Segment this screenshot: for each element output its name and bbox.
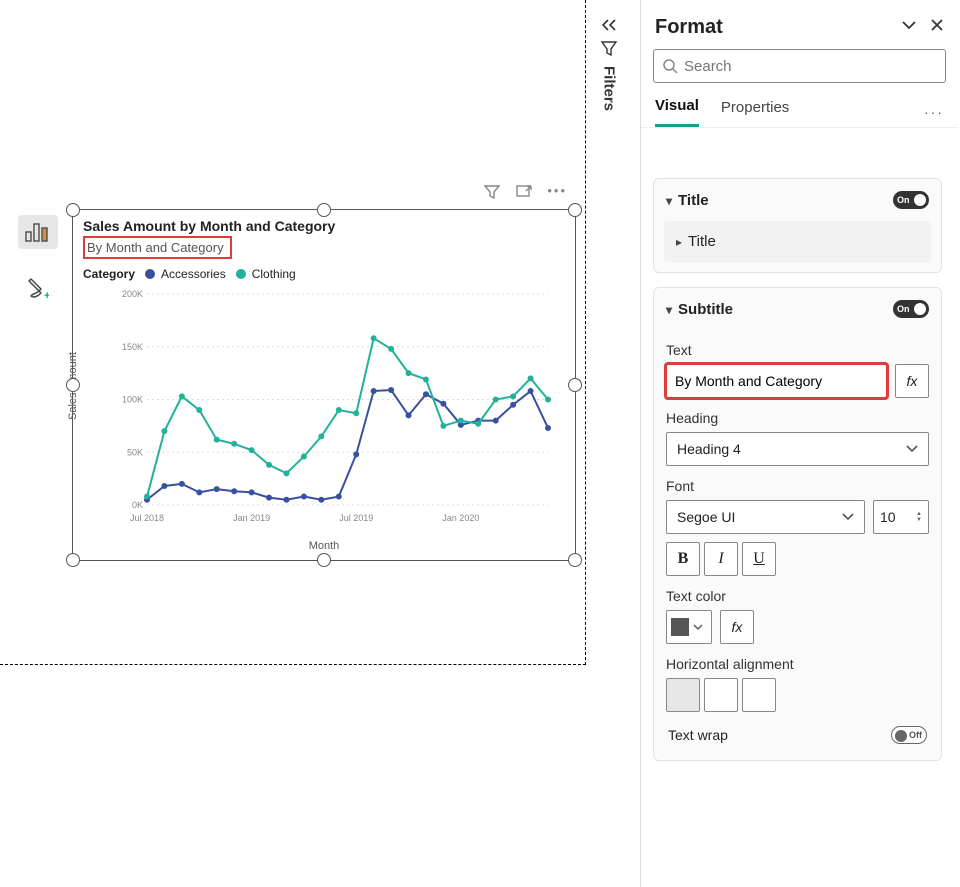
chevron-left-double-icon [600, 18, 618, 32]
expand-pane-icon[interactable] [900, 18, 918, 37]
font-size-value: 10 [880, 509, 896, 525]
chart-legend: Category Accessories Clothing [73, 259, 575, 281]
bold-button[interactable]: B [666, 542, 700, 576]
title-toggle[interactable]: On [893, 191, 929, 209]
chart-plot-area: Sales Amount 0K50K100K150K200KJul 2018Ja… [83, 290, 565, 550]
svg-text:Jul 2019: Jul 2019 [339, 513, 373, 523]
format-visual-tab[interactable]: + [18, 271, 58, 305]
subtitle-text-input[interactable] [666, 364, 887, 398]
section-title-header[interactable]: ▾Title On [654, 179, 941, 221]
resize-handle-l[interactable] [66, 378, 80, 392]
resize-handle-r[interactable] [568, 378, 582, 392]
filters-pane-collapsed[interactable]: Filters [600, 18, 618, 111]
paintbrush-icon: + [27, 276, 49, 300]
search-icon [662, 58, 678, 74]
text-wrap-label: Text wrap [668, 727, 728, 743]
heading-select-value: Heading 4 [677, 441, 741, 457]
tabs-more-icon[interactable]: ··· [924, 104, 944, 120]
italic-button[interactable]: I [704, 542, 738, 576]
align-right-button[interactable] [742, 678, 776, 712]
svg-text:200K: 200K [122, 290, 143, 299]
heading-label: Heading [666, 410, 929, 426]
resize-handle-t[interactable] [317, 203, 331, 217]
subsection-title-header[interactable]: ▸Title [664, 221, 931, 262]
svg-text:Jan 2020: Jan 2020 [442, 513, 479, 523]
tab-properties[interactable]: Properties [721, 99, 789, 126]
section-subtitle-header[interactable]: ▾Subtitle On [654, 288, 941, 330]
subsection-title-label: Title [688, 233, 716, 250]
svg-text:150K: 150K [122, 342, 143, 352]
resize-handle-b[interactable] [317, 553, 331, 567]
align-center-button[interactable] [704, 678, 738, 712]
resize-handle-tl[interactable] [66, 203, 80, 217]
subtitle-toggle[interactable]: On [893, 300, 929, 318]
section-title-label: Title [678, 192, 709, 209]
close-pane-icon[interactable] [930, 18, 944, 37]
svg-text:Jan 2019: Jan 2019 [233, 513, 270, 523]
tab-visual[interactable]: Visual [655, 97, 699, 127]
text-color-fx-button[interactable]: fx [720, 610, 754, 644]
chart-subtitle: By Month and Category [83, 236, 232, 259]
subtitle-text-label: Text [666, 342, 929, 358]
visual-side-tabs: + [18, 215, 58, 305]
text-color-picker[interactable] [666, 610, 712, 644]
subtitle-text-fx-button[interactable]: fx [895, 364, 929, 398]
legend-swatch-accessories [145, 269, 155, 279]
underline-button[interactable]: U [742, 542, 776, 576]
font-family-value: Segoe UI [677, 509, 735, 525]
svg-text:50K: 50K [127, 447, 143, 457]
x-axis-title: Month [309, 540, 340, 552]
focus-icon[interactable] [515, 183, 533, 204]
legend-item-accessories: Accessories [161, 267, 226, 281]
build-visual-tab[interactable] [18, 215, 58, 249]
heading-select[interactable]: Heading 4 [666, 432, 929, 466]
section-subtitle-label: Subtitle [678, 301, 733, 318]
svg-text:0K: 0K [132, 500, 143, 510]
chevron-down-icon [693, 624, 703, 631]
chart-svg: 0K 50K 100K 150K 200K Jul 2018 Jan 2019 Jul 201… [111, 290, 556, 525]
horizontal-alignment-label: Horizontal alignment [666, 656, 929, 672]
more-icon[interactable]: ••• [547, 183, 567, 204]
section-subtitle: ▾Subtitle On Text fx Heading Heading 4 F… [653, 287, 942, 761]
legend-swatch-clothing [236, 269, 246, 279]
section-title: ▾Title On ▸Title [653, 178, 942, 273]
font-size-input[interactable]: 10 ▲▼ [873, 500, 929, 534]
format-search[interactable] [653, 49, 946, 83]
resize-handle-br[interactable] [568, 553, 582, 567]
report-canvas: + ••• Sales Amount by Month and Category… [0, 0, 586, 665]
chart-visual[interactable]: ••• Sales Amount by Month and Category B… [72, 209, 576, 561]
subsection-title: ▸Title [664, 221, 931, 262]
resize-handle-tr[interactable] [568, 203, 582, 217]
chevron-down-icon [842, 513, 854, 521]
format-pane-body[interactable]: ▾Title On ▸Title ▾Subtitle On Text [641, 160, 954, 887]
svg-text:100K: 100K [122, 395, 143, 405]
font-size-down[interactable]: ▼ [916, 517, 922, 523]
text-wrap-toggle[interactable]: Off [891, 726, 927, 744]
font-family-select[interactable]: Segoe UI [666, 500, 865, 534]
visual-header-toolbar: ••• [483, 183, 567, 204]
filters-label: Filters [601, 66, 618, 111]
funnel-icon [600, 40, 618, 58]
svg-text:+: + [44, 290, 49, 300]
legend-item-clothing: Clothing [252, 267, 296, 281]
resize-handle-bl[interactable] [66, 553, 80, 567]
format-tabs: Visual Properties ··· [641, 97, 958, 128]
format-pane-title: Format [655, 16, 723, 39]
align-left-button[interactable] [666, 678, 700, 712]
font-label: Font [666, 478, 929, 494]
legend-title: Category [83, 267, 135, 281]
format-pane: Format Visual Properties ··· ▾Title O [640, 0, 958, 887]
format-search-input[interactable] [684, 58, 937, 75]
bar-chart-icon [25, 222, 51, 242]
text-color-swatch [671, 618, 689, 636]
chevron-down-icon [906, 445, 918, 453]
filter-icon[interactable] [483, 183, 501, 204]
text-color-label: Text color [666, 588, 929, 604]
svg-text:Jul 2018: Jul 2018 [130, 513, 164, 523]
